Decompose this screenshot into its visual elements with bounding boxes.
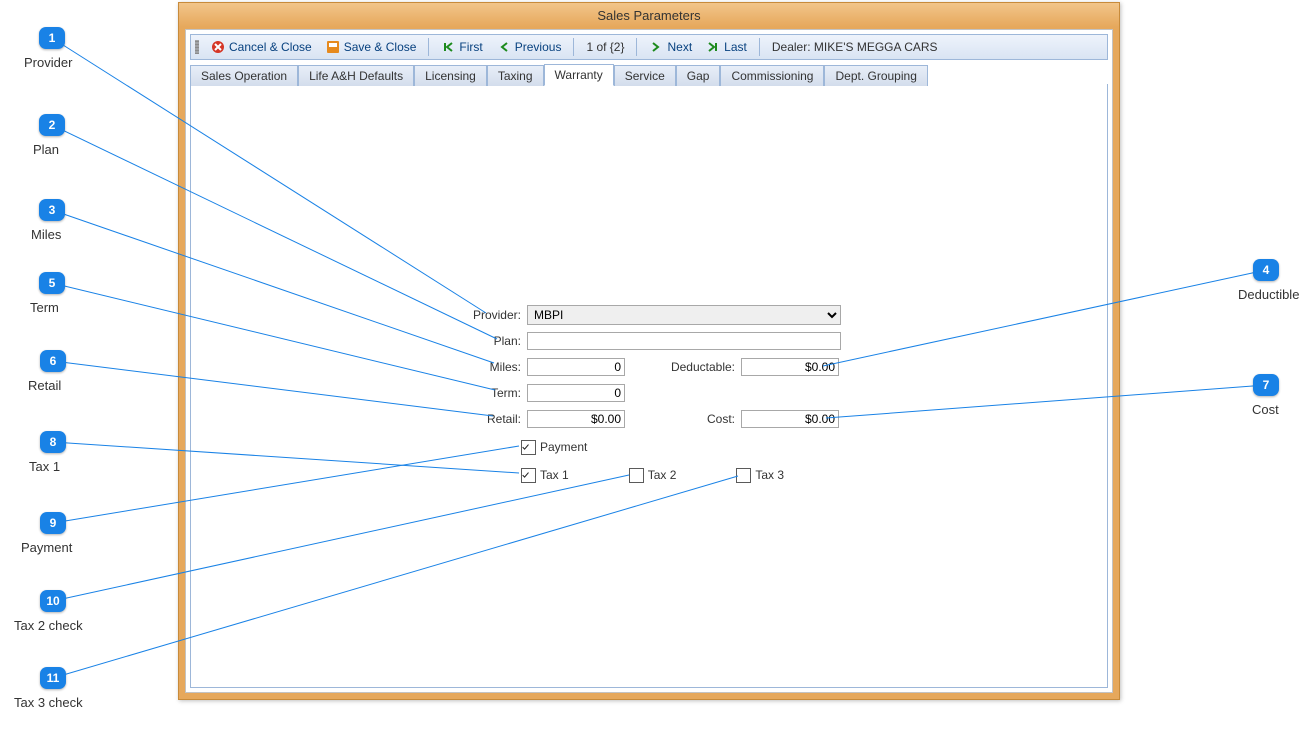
checkbox-icon-checked <box>521 440 536 455</box>
tab-life-ah-defaults[interactable]: Life A&H Defaults <box>298 65 414 86</box>
previous-label: Previous <box>515 40 562 54</box>
save-icon <box>326 40 340 54</box>
last-button[interactable]: Last <box>700 38 753 56</box>
callout-label: Payment <box>21 540 72 555</box>
cost-label: Cost: <box>625 412 741 426</box>
window-frame: Sales Parameters Cancel & Close Save & C… <box>178 2 1120 700</box>
last-label: Last <box>724 40 747 54</box>
toolbar-separator <box>759 38 760 56</box>
previous-button[interactable]: Previous <box>491 38 568 56</box>
callout-label: Provider <box>24 55 72 70</box>
close-icon <box>211 40 225 54</box>
payment-checkbox[interactable]: Payment <box>521 440 587 455</box>
checkbox-icon <box>736 468 751 483</box>
window-title: Sales Parameters <box>597 8 700 23</box>
tab-sales-operation[interactable]: Sales Operation <box>190 65 298 86</box>
tax2-label: Tax 2 <box>648 468 677 482</box>
callout-label: Cost <box>1252 402 1279 417</box>
cancel-close-button[interactable]: Cancel & Close <box>205 38 318 56</box>
payment-label: Payment <box>540 440 587 454</box>
save-close-button[interactable]: Save & Close <box>320 38 423 56</box>
client-area: Cancel & Close Save & Close First Previo <box>185 29 1113 693</box>
callout-label: Retail <box>28 378 61 393</box>
tab-licensing[interactable]: Licensing <box>414 65 487 86</box>
callout-label: Deductible <box>1238 287 1299 302</box>
callout-badge: 3 <box>39 199 65 221</box>
last-icon <box>706 40 720 54</box>
tax2-checkbox[interactable]: Tax 2 <box>629 468 677 483</box>
toolbar-separator <box>428 38 429 56</box>
tax3-label: Tax 3 <box>755 468 784 482</box>
provider-select[interactable]: MBPI <box>527 305 841 325</box>
tab-service[interactable]: Service <box>614 65 676 86</box>
miles-label: Miles: <box>451 360 527 374</box>
callout-label: Tax 1 <box>29 459 60 474</box>
tab-commissioning[interactable]: Commissioning <box>720 65 824 86</box>
toolbar: Cancel & Close Save & Close First Previo <box>190 34 1108 60</box>
dealer-info: Dealer: MIKE'S MEGGA CARS <box>766 40 944 54</box>
plan-label: Plan: <box>451 334 527 348</box>
callout-badge: 9 <box>40 512 66 534</box>
callout-badge: 7 <box>1253 374 1279 396</box>
callout-badge: 5 <box>39 272 65 294</box>
toolbar-separator <box>573 38 574 56</box>
first-icon <box>441 40 455 54</box>
save-close-label: Save & Close <box>344 40 417 54</box>
callout-badge: 10 <box>40 590 66 612</box>
tab-content-warranty: Provider: MBPI Plan: Miles: Deductable: … <box>190 84 1108 688</box>
first-button[interactable]: First <box>435 38 488 56</box>
first-label: First <box>459 40 482 54</box>
next-label: Next <box>667 40 692 54</box>
deductable-label: Deductable: <box>625 360 741 374</box>
retail-input[interactable] <box>527 410 625 428</box>
miles-input[interactable] <box>527 358 625 376</box>
tax3-checkbox[interactable]: Tax 3 <box>736 468 784 483</box>
next-button[interactable]: Next <box>643 38 698 56</box>
checkbox-icon <box>629 468 644 483</box>
callout-badge: 6 <box>40 350 66 372</box>
checkbox-icon-checked <box>521 468 536 483</box>
next-icon <box>649 40 663 54</box>
toolbar-separator <box>636 38 637 56</box>
deductable-input[interactable] <box>741 358 839 376</box>
callout-label: Term <box>30 300 59 315</box>
cancel-close-label: Cancel & Close <box>229 40 312 54</box>
term-label: Term: <box>451 386 527 400</box>
tax1-checkbox[interactable]: Tax 1 <box>521 468 569 483</box>
tax1-label: Tax 1 <box>540 468 569 482</box>
previous-icon <box>497 40 511 54</box>
cost-input[interactable] <box>741 410 839 428</box>
callout-badge: 1 <box>39 27 65 49</box>
callout-label: Tax 2 check <box>14 618 83 633</box>
retail-label: Retail: <box>451 412 527 426</box>
callout-badge: 2 <box>39 114 65 136</box>
tab-dept-grouping[interactable]: Dept. Grouping <box>824 65 927 86</box>
callout-badge: 4 <box>1253 259 1279 281</box>
tab-gap[interactable]: Gap <box>676 65 721 86</box>
tab-warranty[interactable]: Warranty <box>544 64 614 86</box>
callout-label: Tax 3 check <box>14 695 83 710</box>
toolbar-grip[interactable] <box>195 40 199 54</box>
record-position: 1 of {2} <box>580 40 630 54</box>
term-input[interactable] <box>527 384 625 402</box>
titlebar[interactable]: Sales Parameters <box>179 3 1119 27</box>
plan-input[interactable] <box>527 332 841 350</box>
tab-taxing[interactable]: Taxing <box>487 65 544 86</box>
provider-label: Provider: <box>451 308 527 322</box>
callout-badge: 8 <box>40 431 66 453</box>
callout-label: Plan <box>33 142 59 157</box>
callout-badge: 11 <box>40 667 66 689</box>
tab-strip: Sales Operation Life A&H Defaults Licens… <box>190 64 1108 86</box>
callout-label: Miles <box>31 227 61 242</box>
